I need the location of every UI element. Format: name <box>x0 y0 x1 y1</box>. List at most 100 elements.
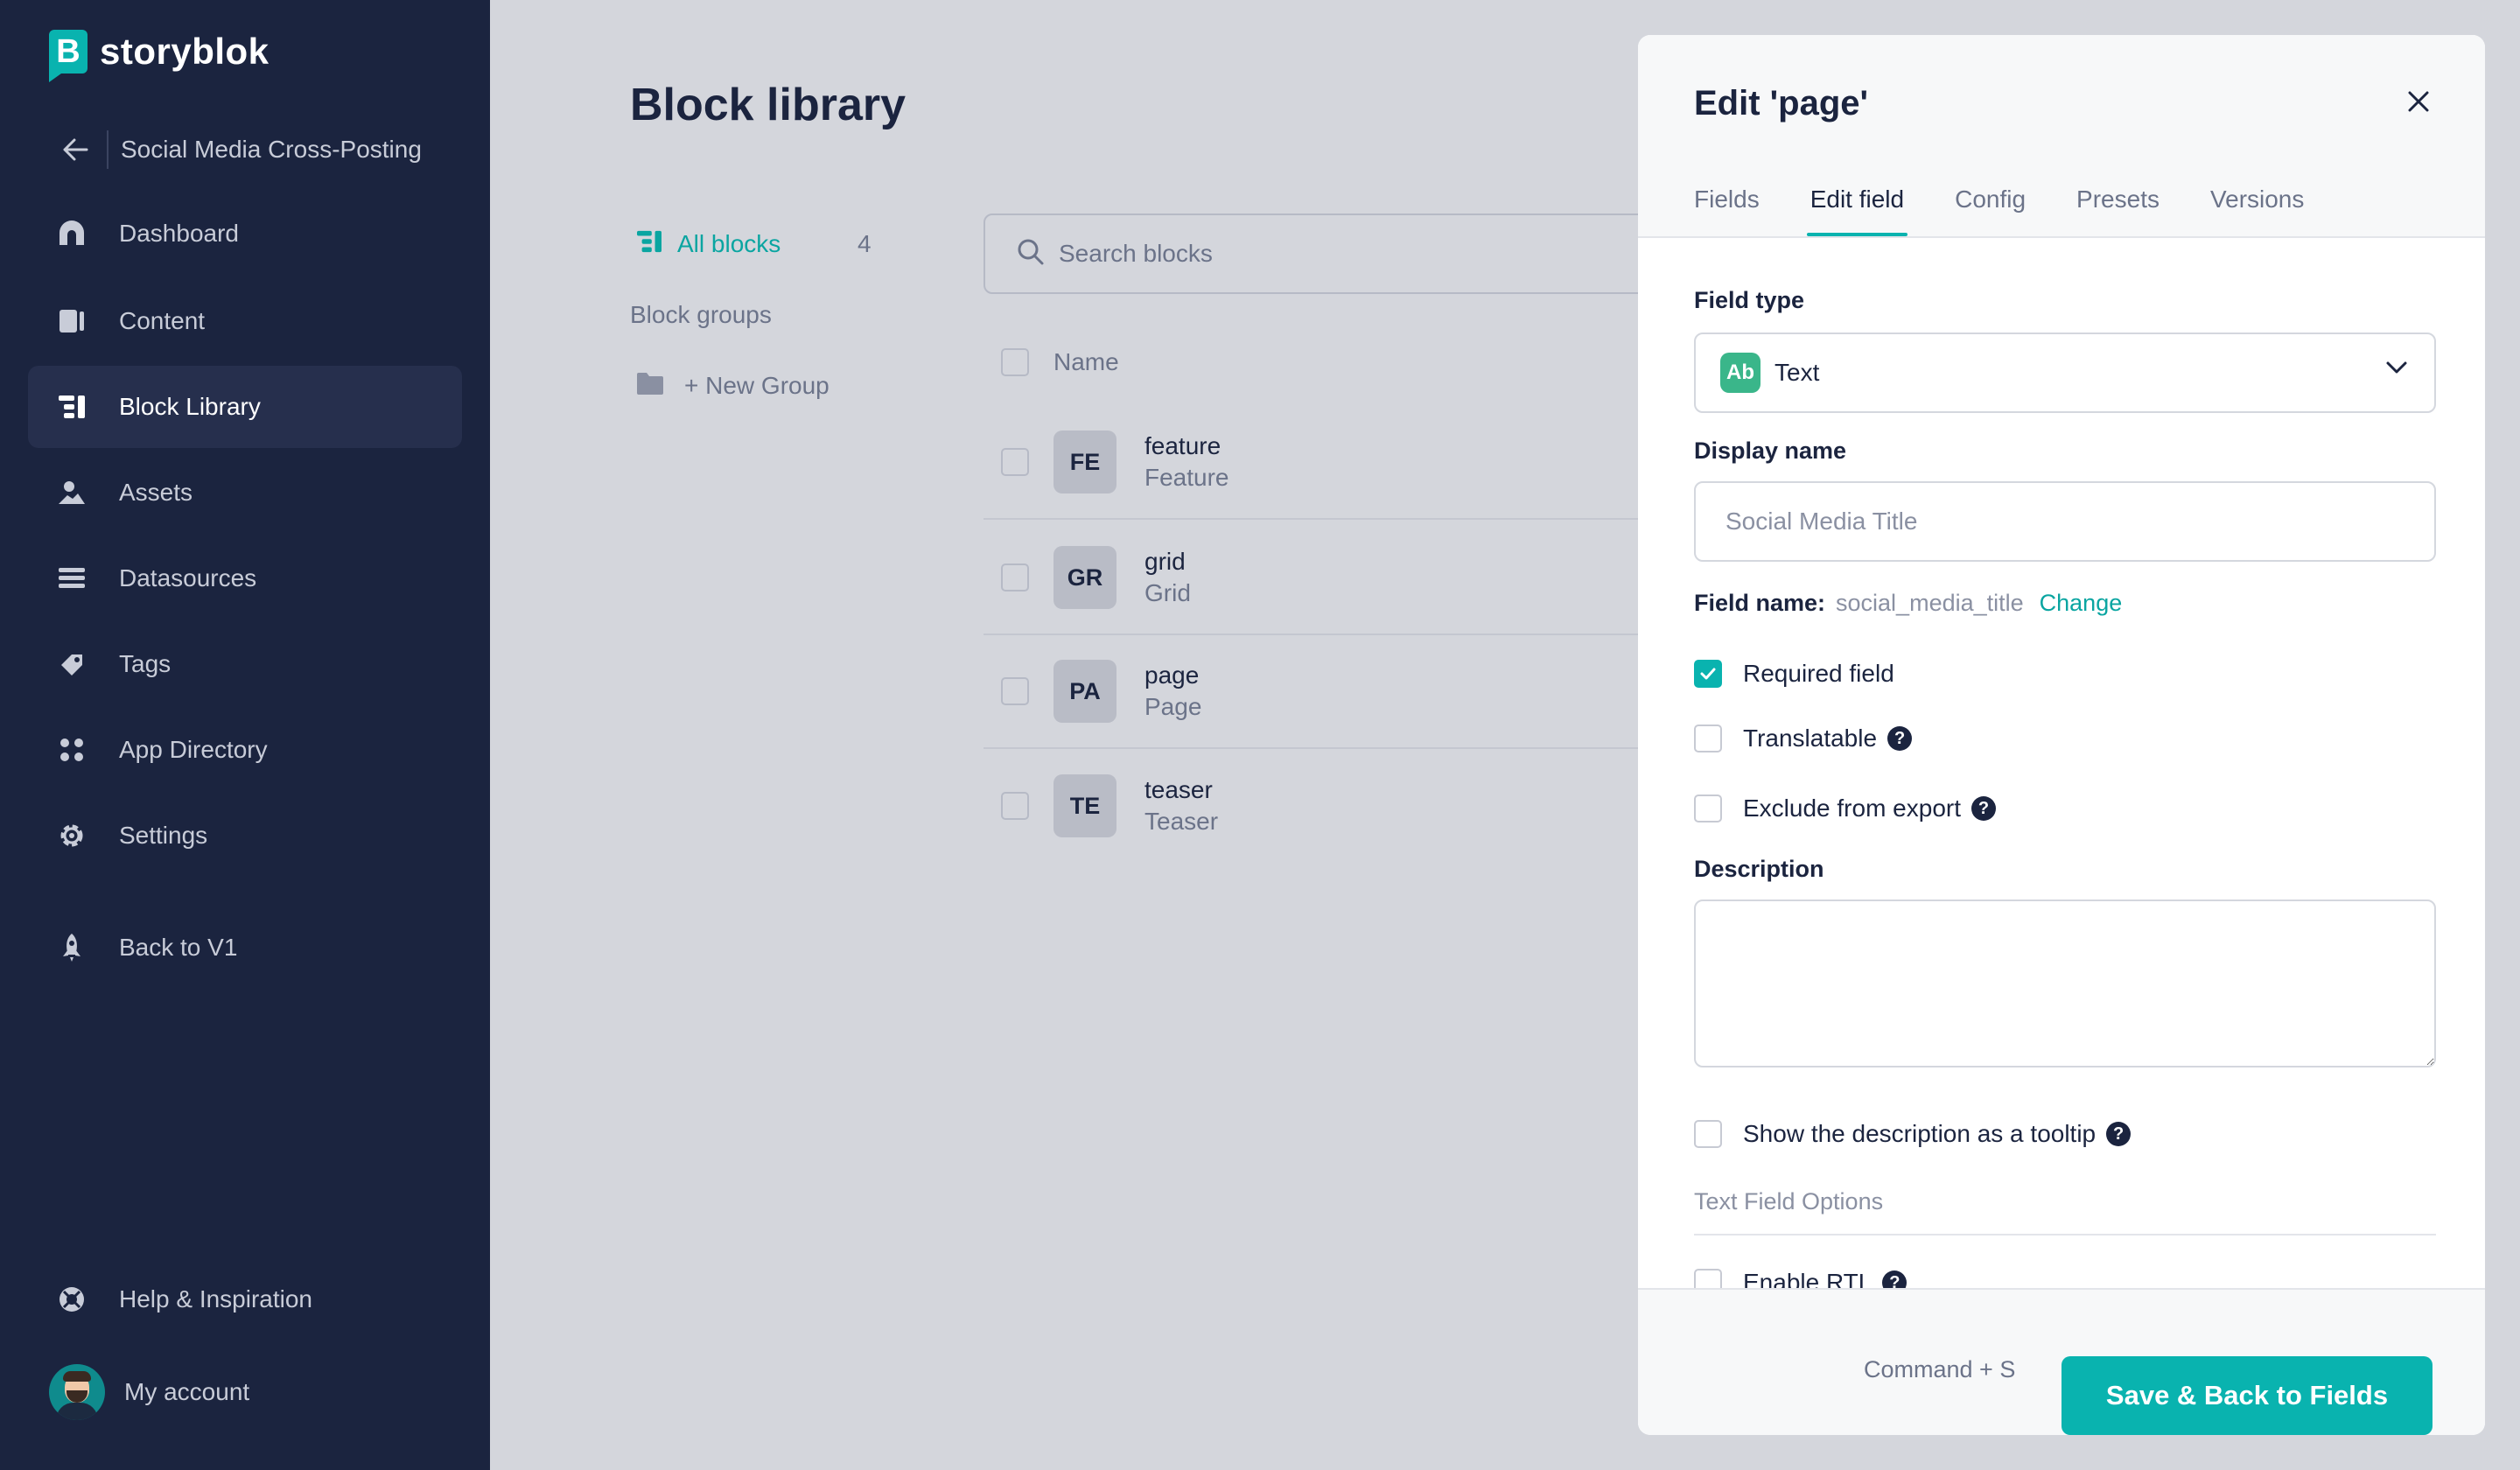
app-directory-icon <box>54 732 89 767</box>
sidebar-item-label: Datasources <box>119 564 257 592</box>
sidebar-item-dashboard[interactable]: Dashboard <box>28 192 462 275</box>
block-library-icon <box>54 389 89 424</box>
divider <box>1694 1234 2436 1236</box>
storyblok-logo[interactable]: B storyblok <box>49 30 270 82</box>
required-field-row: Required field <box>1694 660 1894 688</box>
tab-fields[interactable]: Fields <box>1694 186 1760 236</box>
block-badge: FE <box>1054 430 1116 494</box>
all-blocks-label: All blocks <box>677 229 781 257</box>
help-icon[interactable]: ? <box>2106 1122 2132 1146</box>
sidebar-item-label: Help & Inspiration <box>119 1285 313 1312</box>
search-icon <box>1017 238 1045 270</box>
translatable-checkbox[interactable] <box>1694 724 1722 752</box>
sidebar-item-datasources[interactable]: Datasources <box>28 537 462 620</box>
filter-all-blocks[interactable]: All blocks 4 <box>635 229 872 258</box>
block-display-name: Feature <box>1144 464 1229 491</box>
tab-presets[interactable]: Presets <box>2076 186 2160 236</box>
block-text: teaser Teaser <box>1144 776 1218 836</box>
table-row[interactable]: GR grid Grid <box>984 522 1701 635</box>
text-type-icon: Ab <box>1720 353 1760 393</box>
block-library-icon <box>635 229 663 258</box>
space-switcher: Social Media Cross-Posting <box>56 130 422 170</box>
field-name-label: Field name: <box>1694 590 1826 616</box>
block-groups-heading: Block groups <box>630 301 772 328</box>
page-title: Block library <box>630 80 906 130</box>
block-text: page Page <box>1144 662 1201 721</box>
modal-tabs: Fields Edit field Config Presets Version… <box>1694 186 2355 236</box>
search-box <box>984 214 1701 294</box>
modal-title: Edit 'page' <box>1694 84 1869 122</box>
folder-icon <box>635 371 665 400</box>
sidebar-item-tags[interactable]: Tags <box>28 623 462 705</box>
sidebar-item-back-to-v1[interactable]: Back to V1 <box>28 906 462 989</box>
save-back-button[interactable]: Save & Back to Fields <box>2062 1356 2432 1435</box>
logo-text: storyblok <box>100 31 270 72</box>
sidebar: B storyblok Social Media Cross-Posting D… <box>0 0 490 1470</box>
table-row[interactable]: PA page Page <box>984 635 1701 749</box>
help-icon[interactable]: ? <box>1971 796 1996 821</box>
select-all-checkbox[interactable] <box>1001 348 1029 376</box>
block-name: page <box>1144 662 1200 689</box>
modal-header: Edit 'page' Fields Edit field Config Pre… <box>1638 35 2485 238</box>
description-label: Description <box>1694 856 1824 882</box>
assets-icon <box>54 475 89 510</box>
row-checkbox[interactable] <box>1001 677 1029 705</box>
datasources-icon <box>54 561 89 596</box>
field-type-select[interactable]: Ab Text <box>1694 332 2436 413</box>
sidebar-item-help[interactable]: Help & Inspiration <box>28 1258 462 1340</box>
sidebar-item-settings[interactable]: Settings <box>28 794 462 877</box>
required-field-checkbox[interactable] <box>1694 660 1722 688</box>
sidebar-item-app-directory[interactable]: App Directory <box>28 709 462 791</box>
row-checkbox[interactable] <box>1001 448 1029 476</box>
sidebar-item-label: Dashboard <box>119 220 239 247</box>
modal-footer: Command + S Save & Back to Fields <box>1638 1288 2485 1435</box>
sidebar-item-label: App Directory <box>119 736 268 763</box>
field-name-row: Field name: social_media_title Change <box>1694 590 2122 617</box>
text-field-options-heading: Text Field Options <box>1694 1188 1884 1214</box>
lifebuoy-icon <box>54 1282 89 1317</box>
sidebar-item-label: Settings <box>119 822 208 849</box>
exclude-export-row: Exclude from export ? <box>1694 794 1996 822</box>
chevron-down-icon <box>2385 360 2408 379</box>
table-row[interactable]: FE feature Feature <box>984 406 1701 520</box>
table-row[interactable]: TE teaser Teaser <box>984 749 1701 863</box>
tab-config[interactable]: Config <box>1955 186 2026 236</box>
row-checkbox[interactable] <box>1001 792 1029 820</box>
tab-edit-field[interactable]: Edit field <box>1806 186 1908 236</box>
sidebar-item-account[interactable]: My account <box>28 1351 462 1433</box>
sidebar-item-label: Block Library <box>119 393 261 420</box>
sidebar-item-label: My account <box>124 1378 250 1405</box>
tab-versions[interactable]: Versions <box>2210 186 2304 236</box>
sidebar-item-block-library[interactable]: Block Library <box>28 366 462 448</box>
search-input[interactable] <box>1059 240 1584 268</box>
tooltip-checkbox[interactable] <box>1694 1120 1722 1148</box>
field-type-value: Text <box>1774 359 1820 386</box>
back-arrow-icon[interactable] <box>56 130 94 169</box>
exclude-export-label: Exclude from export <box>1743 794 1961 822</box>
sidebar-item-label: Content <box>119 307 206 334</box>
avatar <box>49 1364 105 1420</box>
sidebar-item-content[interactable]: Content <box>28 280 462 362</box>
sidebar-item-assets[interactable]: Assets <box>28 452 462 534</box>
new-group-button[interactable]: + New Group <box>635 371 830 400</box>
exclude-export-checkbox[interactable] <box>1694 794 1722 822</box>
sidebar-item-label: Tags <box>119 650 172 677</box>
logo-mark: B <box>49 30 88 82</box>
close-button[interactable] <box>2398 80 2440 122</box>
dashboard-icon <box>54 216 89 251</box>
display-name-label: Display name <box>1694 438 1847 464</box>
block-name: feature <box>1144 432 1222 459</box>
block-badge: GR <box>1054 546 1116 609</box>
row-checkbox[interactable] <box>1001 564 1029 592</box>
space-name: Social Media Cross-Posting <box>121 136 422 163</box>
description-textarea[interactable] <box>1694 900 2436 1068</box>
all-blocks-count: 4 <box>858 229 872 257</box>
display-name-input[interactable] <box>1694 481 2436 562</box>
block-display-name: Grid <box>1144 579 1191 606</box>
divider <box>107 130 108 169</box>
change-field-name-link[interactable]: Change <box>2040 590 2123 617</box>
close-icon <box>2408 91 2429 112</box>
block-badge: PA <box>1054 660 1116 723</box>
help-icon[interactable]: ? <box>1887 726 1913 751</box>
keyboard-shortcut-hint: Command + S <box>1864 1356 2016 1382</box>
